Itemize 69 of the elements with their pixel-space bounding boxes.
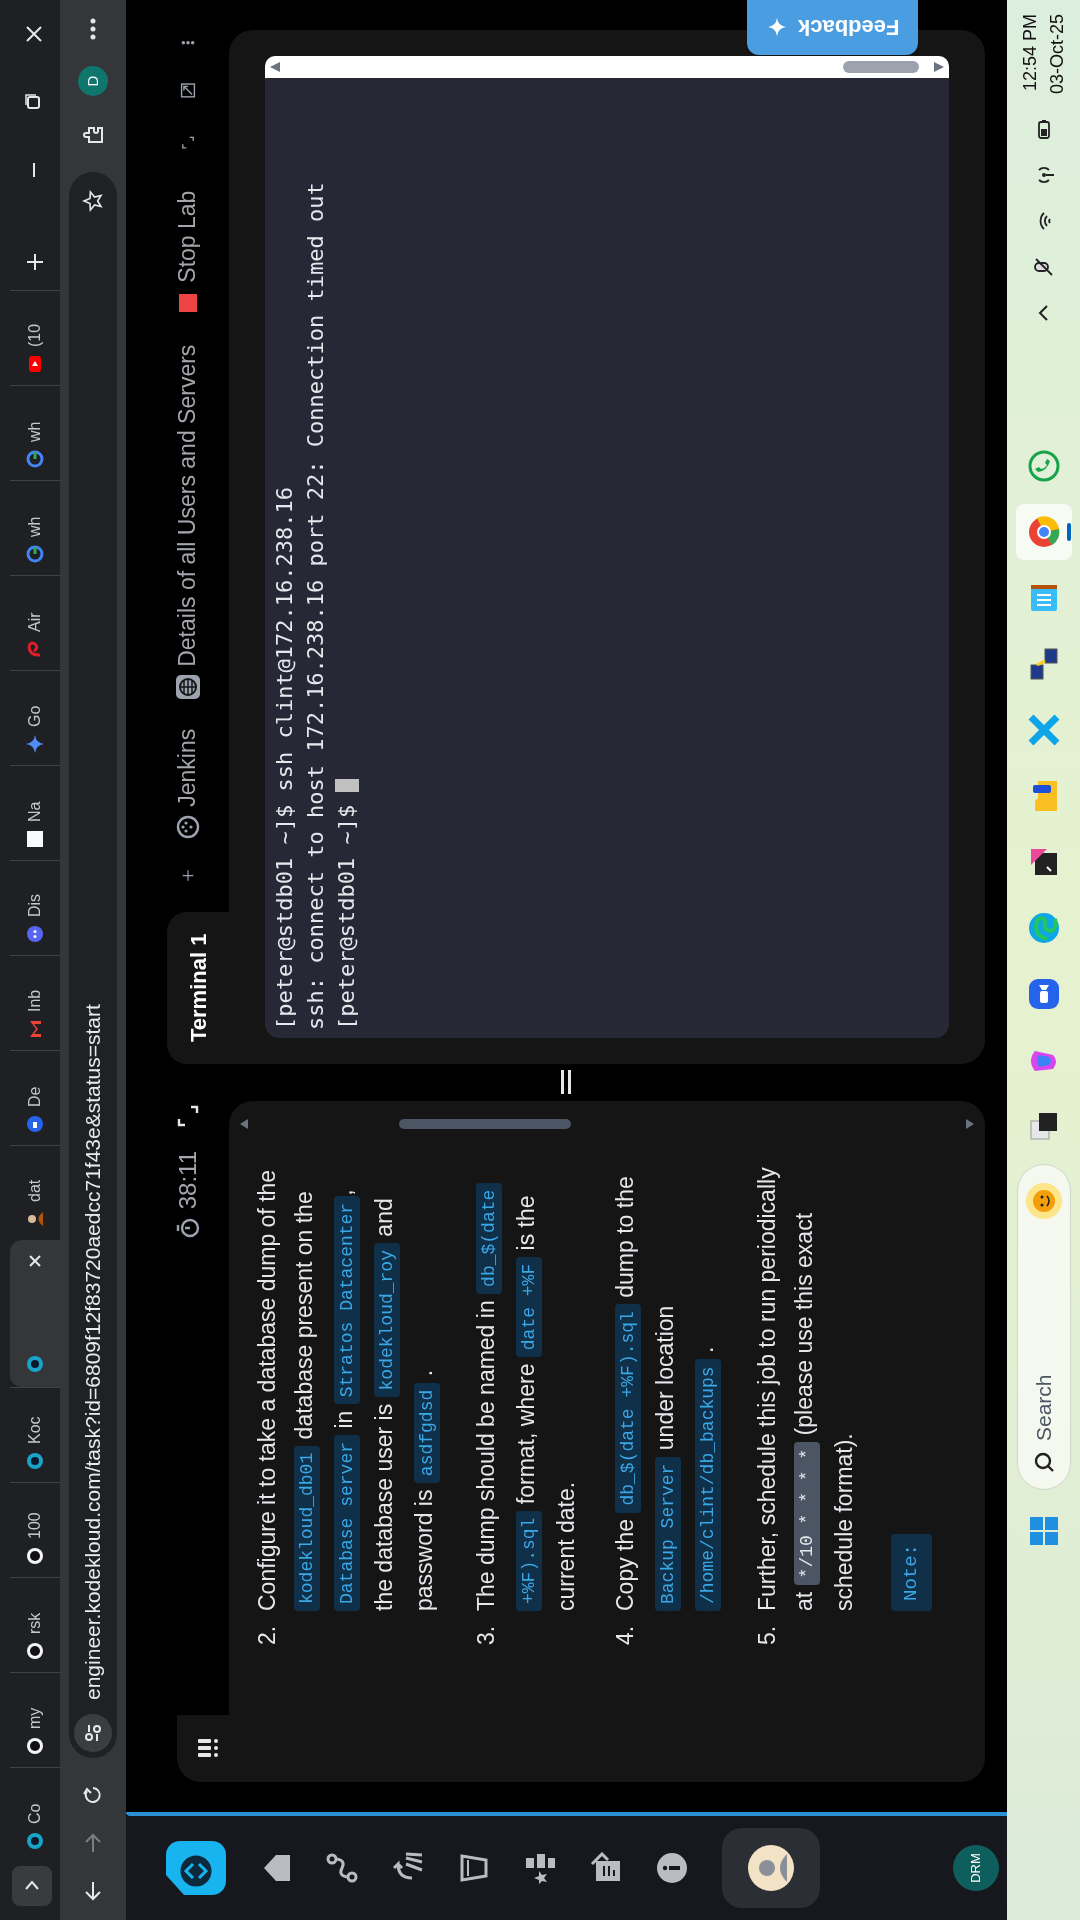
blank-page-icon	[26, 830, 44, 848]
windows-icon[interactable]	[1028, 1516, 1059, 1546]
user-badge[interactable]: DRM	[953, 1845, 999, 1891]
search-icon	[1032, 1451, 1055, 1473]
sun-icon	[1023, 1181, 1064, 1221]
browser-tab[interactable]	[10, 1240, 60, 1387]
list-number: 2.	[253, 1624, 281, 1645]
list-number: 3.	[472, 1624, 500, 1645]
scroll-up-icon[interactable]	[239, 1119, 249, 1129]
chat-icon	[26, 925, 44, 943]
terminal-line: [peter@stdb01 ~]$	[333, 803, 360, 1030]
chrome-icon	[1026, 515, 1061, 549]
scroll-up-icon[interactable]	[269, 61, 281, 73]
book-icon[interactable]	[458, 1852, 490, 1884]
close-icon[interactable]	[28, 1254, 42, 1268]
video-app-icon	[1026, 977, 1061, 1011]
profile-avatar[interactable]: D	[78, 66, 108, 96]
g-icon	[26, 450, 44, 468]
header-link[interactable]: Jenkins	[170, 728, 205, 839]
wave-app-icon	[1026, 911, 1061, 945]
drag-handle-icon[interactable]	[558, 1070, 573, 1095]
scroll-down-icon[interactable]	[965, 1119, 975, 1129]
jenkins-icon	[175, 814, 200, 839]
avatar-icon	[747, 1844, 795, 1892]
site-info-button[interactable]	[74, 1714, 112, 1752]
terminal-line: ssh: connect to host 172.16.238.16 port 22: Connection timed out	[302, 182, 329, 1030]
header-link[interactable]: Stop Lab	[170, 190, 205, 315]
clock-time[interactable]: 12:54 PM	[1016, 14, 1044, 92]
url-text: engineer.kodekloud.com/task?id=6809f12f83720aedcc71f43e&status=start	[80, 1003, 106, 1700]
cloud-icon	[26, 1832, 44, 1850]
route-icon[interactable]	[326, 1852, 358, 1884]
scrollbar[interactable]	[265, 56, 949, 78]
list-number: 5.	[753, 1624, 781, 1645]
close-icon[interactable]	[24, 24, 44, 44]
list-number: 4.	[611, 1624, 639, 1645]
search-placeholder: Search	[1030, 1373, 1056, 1441]
certificate-icon[interactable]	[590, 1852, 622, 1884]
star-chart-icon[interactable]	[524, 1852, 556, 1884]
more-icon[interactable]	[90, 18, 96, 40]
reload-icon[interactable]	[82, 1784, 104, 1806]
chevron-icon	[25, 1880, 39, 1892]
terminal-line: [peter@stdb01 ~]$ ssh clint@172.16.238.16	[271, 486, 298, 1030]
expand-icon[interactable]	[176, 1105, 199, 1127]
star-icon[interactable]	[82, 190, 104, 212]
sliders-icon	[83, 1723, 103, 1743]
terminal-tab[interactable]: Terminal 1	[167, 911, 229, 1064]
back-icon[interactable]	[82, 1880, 104, 1902]
header-link[interactable]: Details of all Users and Servers	[170, 344, 205, 699]
g-icon	[26, 545, 44, 563]
search-field[interactable]: Search	[1016, 1164, 1071, 1490]
tab-list-button[interactable]	[12, 1866, 52, 1906]
scroll-down-icon[interactable]	[933, 61, 945, 73]
terminal-screen[interactable]: [peter@stdb01 ~]$ ssh clint@172.16.238.16 ssh: connect to host 172.16.238.16 port 22: Connection timed out [peter@stdb01 ~]$	[265, 78, 949, 1038]
cloud-icon	[26, 1452, 44, 1470]
globe-icon	[175, 674, 200, 699]
timer-text: 38:11	[172, 1151, 202, 1210]
cloud-icon	[26, 1355, 44, 1373]
clock-date[interactable]: 03-Oct-25	[1043, 14, 1071, 95]
stopwatch-icon	[175, 1217, 200, 1240]
note-badge: Note:	[891, 1534, 932, 1611]
phone-chat-icon	[1026, 449, 1061, 483]
play-icon	[26, 355, 44, 373]
info-icon[interactable]	[656, 1852, 688, 1884]
video-icon	[26, 1115, 44, 1133]
address-bar[interactable]: engineer.kodekloud.com/task?id=6809f12f83720aedcc71f43e&status=start	[69, 172, 117, 1758]
sparkle-icon	[26, 735, 44, 753]
profile-button[interactable]	[722, 1828, 820, 1908]
new-tab-icon[interactable]	[25, 252, 45, 272]
x-app-icon	[1026, 713, 1061, 747]
